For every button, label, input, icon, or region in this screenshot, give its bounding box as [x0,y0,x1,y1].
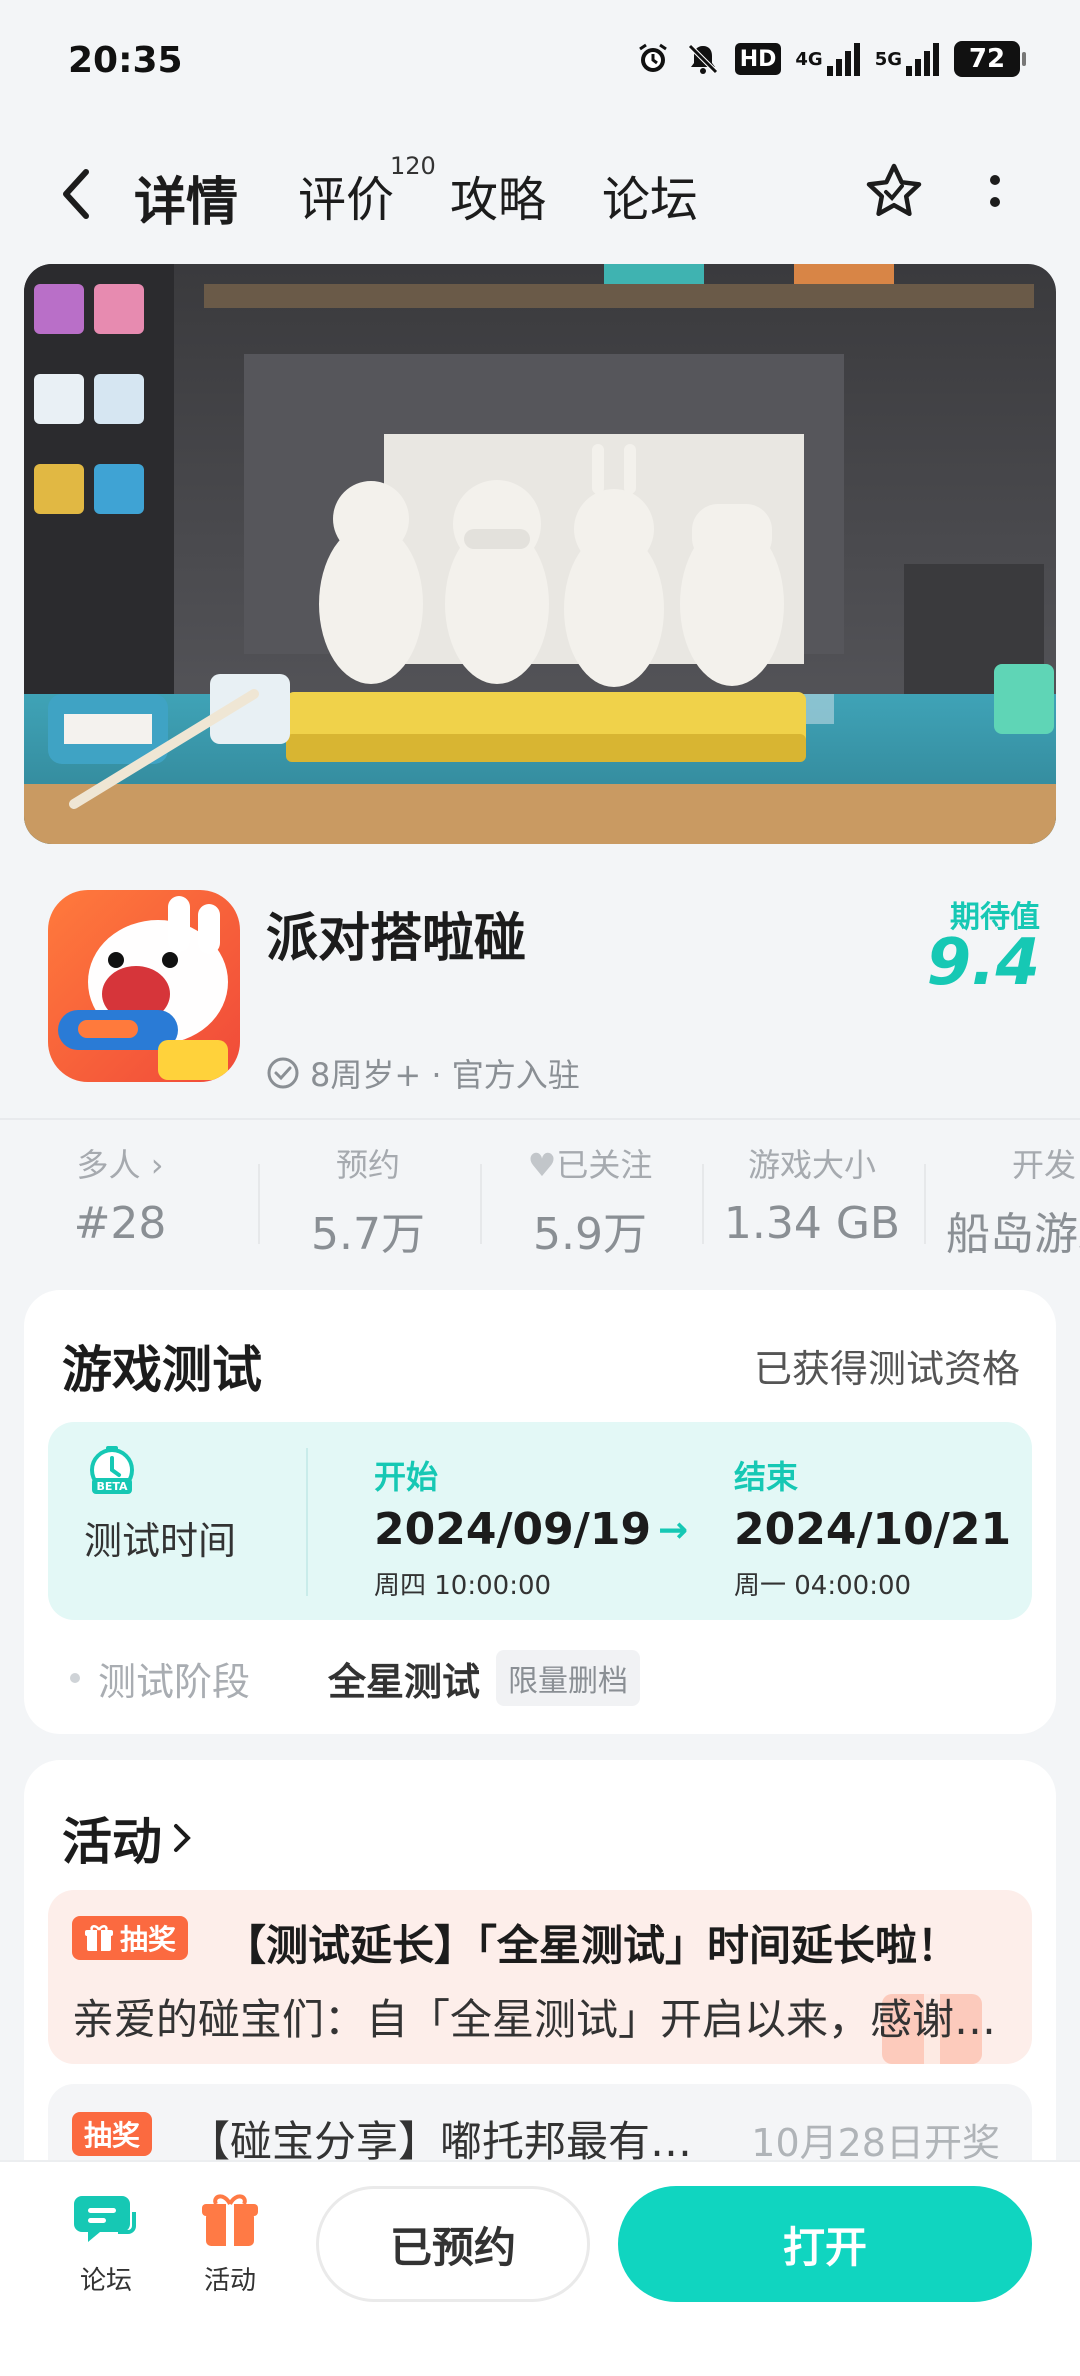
test-phase: 测试阶段 全星测试 限量删档 [70,1650,641,1706]
star-icon [866,163,922,217]
test-start-time: 周四 10:00:00 [374,1571,552,1601]
forum-chat-icon [74,2196,136,2242]
stat-separator [924,1164,926,1244]
test-phase-value: 全星测试 [328,1659,481,1704]
app-meta: 8周岁+ · 官方入驻 [266,1050,580,1096]
chevron-right-icon [174,1824,191,1852]
divider [0,1118,1080,1120]
top-nav: 详情 评价 120 攻略 论坛 [0,140,1080,250]
favorite-button[interactable] [862,160,926,224]
stat-developer[interactable]: 开发 船岛游戏 [946,1140,1080,1262]
tab-review[interactable]: 评价 120 [298,152,436,230]
test-qualification: 已获得测试资格 [753,1347,1020,1391]
heart-icon: ♥ [527,1146,557,1184]
reserved-button[interactable]: 已预约 [316,2186,590,2302]
lottery-badge: 抽奖 [72,2112,153,2156]
svg-text:BETA: BETA [96,1480,128,1493]
activity-item[interactable]: 抽奖 【测试延长】「全星测试」时间延长啦！ 亲爱的碰宝们：自「全星测试」开启以来… [48,1890,1032,2064]
tab-detail[interactable]: 详情 [130,160,242,235]
bottom-forum-button[interactable]: 论坛 [56,2190,156,2297]
banner-image[interactable] [24,264,1056,844]
gift-icon [85,1925,113,1951]
back-arrow-icon [63,169,89,219]
bullet-dot [70,1673,80,1683]
stat-reservations: 预约 5.7万 [311,1146,425,1260]
bottom-activity-button[interactable]: 活动 [180,2190,280,2297]
test-phase-tag: 限量删档 [496,1650,641,1706]
app-icon [48,890,240,1082]
test-time-box: BETA 测试时间 开始 2024/09/19 周四 10:00:00 → 结束… [48,1422,1032,1620]
activity-item-title: 【测试延长】「全星测试」时间延长啦！ [224,1921,960,1970]
status-bar: 20:35 HD 4G 5G 72 [0,0,1080,130]
activity-item-desc: 亲爱的碰宝们：自「全星测试」开启以来，感谢大家的支持 [72,1995,1002,2044]
gift-icon [202,2194,258,2246]
test-time-label: 测试时间 [84,1519,237,1563]
review-count: 120 [390,152,436,180]
stat-multiplayer[interactable]: 多人 › #28 [20,1140,220,1249]
test-end-time: 周一 04:00:00 [734,1571,912,1601]
game-test-card: 游戏测试 已获得测试资格 BETA 测试时间 开始 2024/09/19 周四 … [24,1290,1056,1734]
stat-separator [480,1164,482,1244]
stat-separator [258,1164,260,1244]
test-separator [306,1448,308,1596]
open-button[interactable]: 打开 [618,2186,1032,2302]
more-vertical-icon [990,175,1000,207]
bottom-bar: 论坛 活动 已预约 打开 [0,2160,1080,2376]
beta-icon: BETA [90,1446,134,1494]
chevron-right-icon: › [140,1146,164,1184]
status-time: 20:35 [68,40,183,81]
app-name: 派对搭啦碰 [266,909,527,969]
stat-separator [702,1164,704,1244]
signal-5g-icon: 5G [875,40,940,78]
alarm-icon [635,40,671,78]
test-end: 结束 2024/10/21 周一 04:00:00 [734,1458,1012,1601]
activity-item-date: 10月28日开奖 [751,2121,1000,2165]
hd-icon: HD [734,40,782,78]
game-test-title: 游戏测试 [62,1341,262,1399]
arrow-right-icon: → [658,1510,689,1551]
status-icons: HD 4G 5G 72 [635,40,1026,78]
bell-off-icon [685,40,721,78]
signal-4g-icon: 4G [795,40,860,78]
test-end-date: 2024/10/21 [734,1504,1012,1555]
stat-followers[interactable]: ♥已关注 5.9万 [490,1140,690,1262]
verified-check-icon [267,1057,299,1089]
stats-row: 多人 › #28 预约 5.7万 ♥已关注 5.9万 游戏大小 1.34 GB … [0,1140,1080,1270]
activity-title[interactable]: 活动 [62,1802,194,1874]
back-button[interactable] [56,164,106,224]
test-start: 开始 2024/09/19 周四 10:00:00 [374,1458,652,1601]
tab-guide[interactable]: 攻略 [450,160,546,230]
banner-illustration [24,264,1056,844]
more-button[interactable] [980,168,1010,218]
stat-game-size: 游戏大小 1.34 GB [723,1146,901,1249]
lottery-badge: 抽奖 [72,1916,189,1960]
expect-score: 9.4 [926,926,1040,1000]
tab-forum[interactable]: 论坛 [602,160,698,230]
test-start-date: 2024/09/19 [374,1504,652,1555]
battery-icon: 72 [954,41,1026,77]
